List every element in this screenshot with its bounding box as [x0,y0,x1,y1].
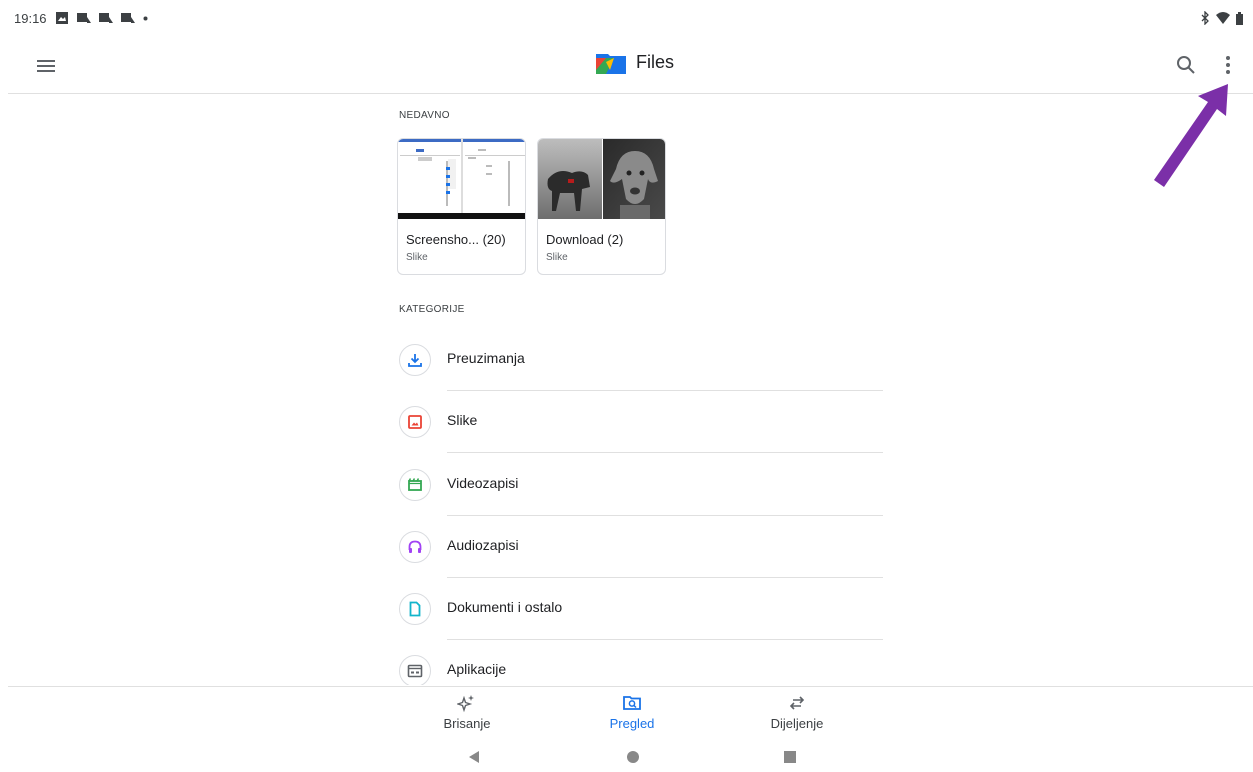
category-documents[interactable]: Dokumenti i ostalo [399,578,883,640]
battery-icon [1236,11,1243,25]
back-icon[interactable] [467,750,481,764]
card-title: Download (2) [546,232,624,247]
files-logo-icon [596,54,626,74]
app-bar: Files [8,40,1253,94]
wifi-icon [1216,12,1230,24]
screenshots-thumbnail [398,139,525,219]
menu-button[interactable] [34,54,58,78]
system-navigation-bar [0,744,1253,772]
annotation-arrow-icon [1154,84,1228,187]
video-notification-icon [77,13,91,23]
apps-icon [407,664,423,678]
video-notification-icon [99,13,113,23]
nav-label: Brisanje [443,716,491,731]
download-thumbnail [538,139,665,219]
category-label: Videozapisi [447,475,519,491]
search-icon [1177,56,1195,74]
status-bar: 19:16 [0,0,1253,40]
nav-browse[interactable]: Pregled [577,693,687,731]
category-videos[interactable]: Videozapisi [399,454,883,516]
hamburger-menu-icon [37,60,55,72]
app-title-group: Files [596,50,674,74]
card-subtitle: Slike [546,252,568,263]
divider [447,452,883,453]
bluetooth-icon [1201,11,1209,25]
category-images[interactable]: Slike [399,391,883,453]
home-icon[interactable] [626,750,640,764]
document-icon [409,601,421,617]
nav-share[interactable]: Dijeljenje [742,693,852,731]
search-button[interactable] [1173,52,1199,78]
card-subtitle: Slike [406,252,428,263]
app-title: Files [636,51,675,72]
bottom-navigation: Brisanje Pregled Dijeljenje [8,686,1253,740]
recent-card-download[interactable]: Download (2) Slike [537,138,666,275]
recent-card-screenshots[interactable]: Screensho... (20) Slike [397,138,526,275]
nav-clean[interactable]: Brisanje [412,693,522,731]
browse-folder-icon [623,696,641,710]
recent-heading: NEDAVNO [399,110,450,121]
nav-label: Pregled [609,716,655,731]
status-indicators [1200,11,1243,25]
sparkle-clean-icon [457,695,474,713]
card-title: Screensho... (20) [406,232,506,247]
category-downloads[interactable]: Preuzimanja [399,329,883,391]
categories-heading: KATEGORIJE [399,304,465,315]
nav-label: Dijeljenje [770,716,824,731]
category-label: Slike [447,412,478,428]
share-swap-icon [789,696,805,710]
image-icon [408,415,422,429]
more-notifications-dot-icon [143,16,148,21]
gallery-notification-icon [56,12,68,24]
category-audio[interactable]: Audiozapisi [399,516,883,578]
status-time: 19:16 [14,11,47,26]
headphones-icon [408,540,422,553]
video-notification-icon [121,13,135,23]
more-options-button[interactable] [1218,50,1238,80]
category-label: Aplikacije [447,661,507,677]
category-label: Dokumenti i ostalo [447,599,563,615]
recents-icon[interactable] [783,750,797,764]
video-icon [407,477,423,491]
more-vert-icon [1226,56,1230,74]
category-label: Audiozapisi [447,537,519,553]
download-icon [408,354,422,367]
category-label: Preuzimanja [447,350,525,366]
category-apps[interactable]: Aplikacije [399,640,883,685]
